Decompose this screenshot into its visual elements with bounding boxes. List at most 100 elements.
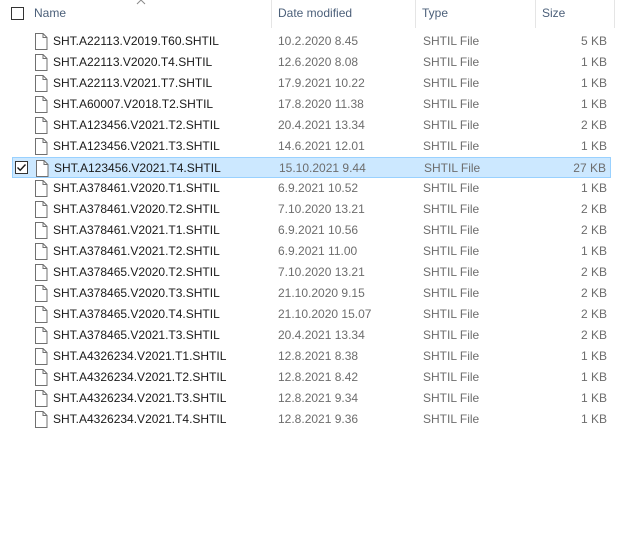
file-name: SHT.A378461.V2021.T2.SHTIL	[53, 244, 220, 258]
file-date-modified: 12.8.2021 9.36	[278, 412, 359, 426]
column-header-name[interactable]: Name	[34, 0, 66, 28]
file-row[interactable]: SHT.A378465.V2020.T2.SHTIL 7.10.2020 13.2…	[12, 262, 611, 283]
file-date-modified: 12.8.2021 9.34	[278, 391, 359, 405]
file-date-modified: 6.9.2021 10.56	[278, 223, 359, 237]
file-name: SHT.A378461.V2021.T1.SHTIL	[53, 223, 220, 237]
file-size: 1 KB	[580, 97, 607, 111]
file-icon	[35, 285, 48, 302]
file-type: SHTIL File	[423, 97, 480, 111]
checkmark-icon	[17, 164, 27, 172]
file-type: SHTIL File	[423, 286, 480, 300]
column-header-type[interactable]: Type	[422, 0, 448, 28]
file-row[interactable]: SHT.A378461.V2021.T2.SHTIL 6.9.2021 11.00…	[12, 241, 611, 262]
file-row[interactable]: SHT.A378465.V2020.T3.SHTIL 21.10.2020 9.1…	[12, 283, 611, 304]
file-row[interactable]: SHT.A4326234.V2021.T3.SHTIL 12.8.2021 9.3…	[12, 388, 611, 409]
file-date-modified: 21.10.2020 15.07	[278, 307, 372, 321]
file-date-modified: 7.10.2020 13.21	[278, 265, 365, 279]
file-type: SHTIL File	[423, 34, 480, 48]
row-checkbox[interactable]	[15, 161, 28, 174]
file-date-modified: 20.4.2021 13.34	[278, 118, 365, 132]
file-date-modified: 6.9.2021 10.52	[278, 181, 359, 195]
file-size: 1 KB	[580, 391, 607, 405]
file-row[interactable]: SHT.A22113.V2021.T7.SHTIL 17.9.2021 10.22…	[12, 73, 611, 94]
file-size: 2 KB	[580, 328, 607, 342]
file-size: 2 KB	[580, 223, 607, 237]
file-name: SHT.A4326234.V2021.T3.SHTIL	[53, 391, 227, 405]
file-icon	[35, 138, 48, 155]
file-icon	[35, 201, 48, 218]
file-name: SHT.A123456.V2021.T3.SHTIL	[53, 139, 220, 153]
column-divider[interactable]	[415, 0, 416, 28]
file-icon	[36, 160, 49, 177]
file-icon	[35, 243, 48, 260]
file-type: SHTIL File	[423, 307, 480, 321]
file-row[interactable]: SHT.A4326234.V2021.T4.SHTIL 12.8.2021 9.3…	[12, 409, 611, 430]
file-size: 2 KB	[580, 202, 607, 216]
file-type: SHTIL File	[423, 181, 480, 195]
file-type: SHTIL File	[423, 118, 480, 132]
file-row[interactable]: SHT.A123456.V2021.T2.SHTIL 20.4.2021 13.3…	[12, 115, 611, 136]
file-size: 2 KB	[580, 286, 607, 300]
file-name: SHT.A378461.V2020.T1.SHTIL	[53, 181, 220, 195]
file-size: 2 KB	[580, 265, 607, 279]
file-date-modified: 10.2.2020 8.45	[278, 34, 359, 48]
file-type: SHTIL File	[423, 328, 480, 342]
sort-ascending-icon	[136, 0, 146, 5]
file-icon	[35, 75, 48, 92]
file-date-modified: 12.8.2021 8.38	[278, 349, 359, 363]
column-divider[interactable]	[535, 0, 536, 28]
file-row[interactable]: SHT.A123456.V2021.T3.SHTIL 14.6.2021 12.0…	[12, 136, 611, 157]
file-date-modified: 17.9.2021 10.22	[278, 76, 365, 90]
file-icon	[35, 264, 48, 281]
file-icon	[35, 180, 48, 197]
file-icon	[35, 390, 48, 407]
file-date-modified: 20.4.2021 13.34	[278, 328, 365, 342]
file-size: 1 KB	[580, 370, 607, 384]
file-type: SHTIL File	[423, 370, 480, 384]
file-name: SHT.A378465.V2020.T2.SHTIL	[53, 265, 220, 279]
column-divider[interactable]	[614, 0, 615, 28]
file-icon	[35, 117, 48, 134]
file-size: 1 KB	[580, 244, 607, 258]
file-size: 1 KB	[580, 55, 607, 69]
file-type: SHTIL File	[424, 161, 481, 175]
file-name: SHT.A4326234.V2021.T4.SHTIL	[53, 412, 227, 426]
file-size: 1 KB	[580, 349, 607, 363]
select-all-checkbox[interactable]	[11, 7, 24, 20]
file-date-modified: 12.8.2021 8.42	[278, 370, 359, 384]
file-row[interactable]: SHT.A378461.V2020.T1.SHTIL 6.9.2021 10.52…	[12, 178, 611, 199]
file-row[interactable]: SHT.A378461.V2020.T2.SHTIL 7.10.2020 13.2…	[12, 199, 611, 220]
file-row[interactable]: SHT.A378461.V2021.T1.SHTIL 6.9.2021 10.56…	[12, 220, 611, 241]
file-date-modified: 6.9.2021 11.00	[278, 244, 358, 258]
column-header-date-modified[interactable]: Date modified	[278, 0, 352, 28]
file-name: SHT.A22113.V2021.T7.SHTIL	[53, 76, 213, 90]
file-icon	[35, 327, 48, 344]
file-name: SHT.A4326234.V2021.T1.SHTIL	[53, 349, 227, 363]
file-date-modified: 14.6.2021 12.01	[278, 139, 365, 153]
file-row[interactable]: SHT.A4326234.V2021.T1.SHTIL 12.8.2021 8.3…	[12, 346, 611, 367]
file-type: SHTIL File	[423, 76, 480, 90]
file-row[interactable]: SHT.A4326234.V2021.T2.SHTIL 12.8.2021 8.4…	[12, 367, 611, 388]
file-icon	[35, 348, 48, 365]
file-row[interactable]: SHT.A22113.V2019.T60.SHTIL 10.2.2020 8.45…	[12, 31, 611, 52]
column-divider[interactable]	[271, 0, 272, 28]
file-icon	[35, 222, 48, 239]
column-header-size[interactable]: Size	[542, 0, 565, 28]
file-date-modified: 7.10.2020 13.21	[278, 202, 365, 216]
file-row[interactable]: SHT.A123456.V2021.T4.SHTIL 15.10.2021 9.4…	[12, 157, 611, 178]
file-name: SHT.A4326234.V2021.T2.SHTIL	[53, 370, 227, 384]
file-type: SHTIL File	[423, 349, 480, 363]
file-type: SHTIL File	[423, 244, 480, 258]
file-type: SHTIL File	[423, 223, 480, 237]
file-name: SHT.A378465.V2020.T4.SHTIL	[53, 307, 220, 321]
file-size: 27 KB	[573, 161, 606, 175]
file-name: SHT.A378461.V2020.T2.SHTIL	[53, 202, 220, 216]
file-row[interactable]: SHT.A60007.V2018.T2.SHTIL 17.8.2020 11.38…	[12, 94, 611, 115]
file-type: SHTIL File	[423, 55, 480, 69]
file-row[interactable]: SHT.A378465.V2020.T4.SHTIL 21.10.2020 15.…	[12, 304, 611, 325]
file-row[interactable]: SHT.A378465.V2021.T3.SHTIL 20.4.2021 13.3…	[12, 325, 611, 346]
file-icon	[35, 33, 48, 50]
file-date-modified: 17.8.2020 11.38	[278, 97, 364, 111]
file-row[interactable]: SHT.A22113.V2020.T4.SHTIL 12.6.2020 8.08 S…	[12, 52, 611, 73]
file-type: SHTIL File	[423, 202, 480, 216]
